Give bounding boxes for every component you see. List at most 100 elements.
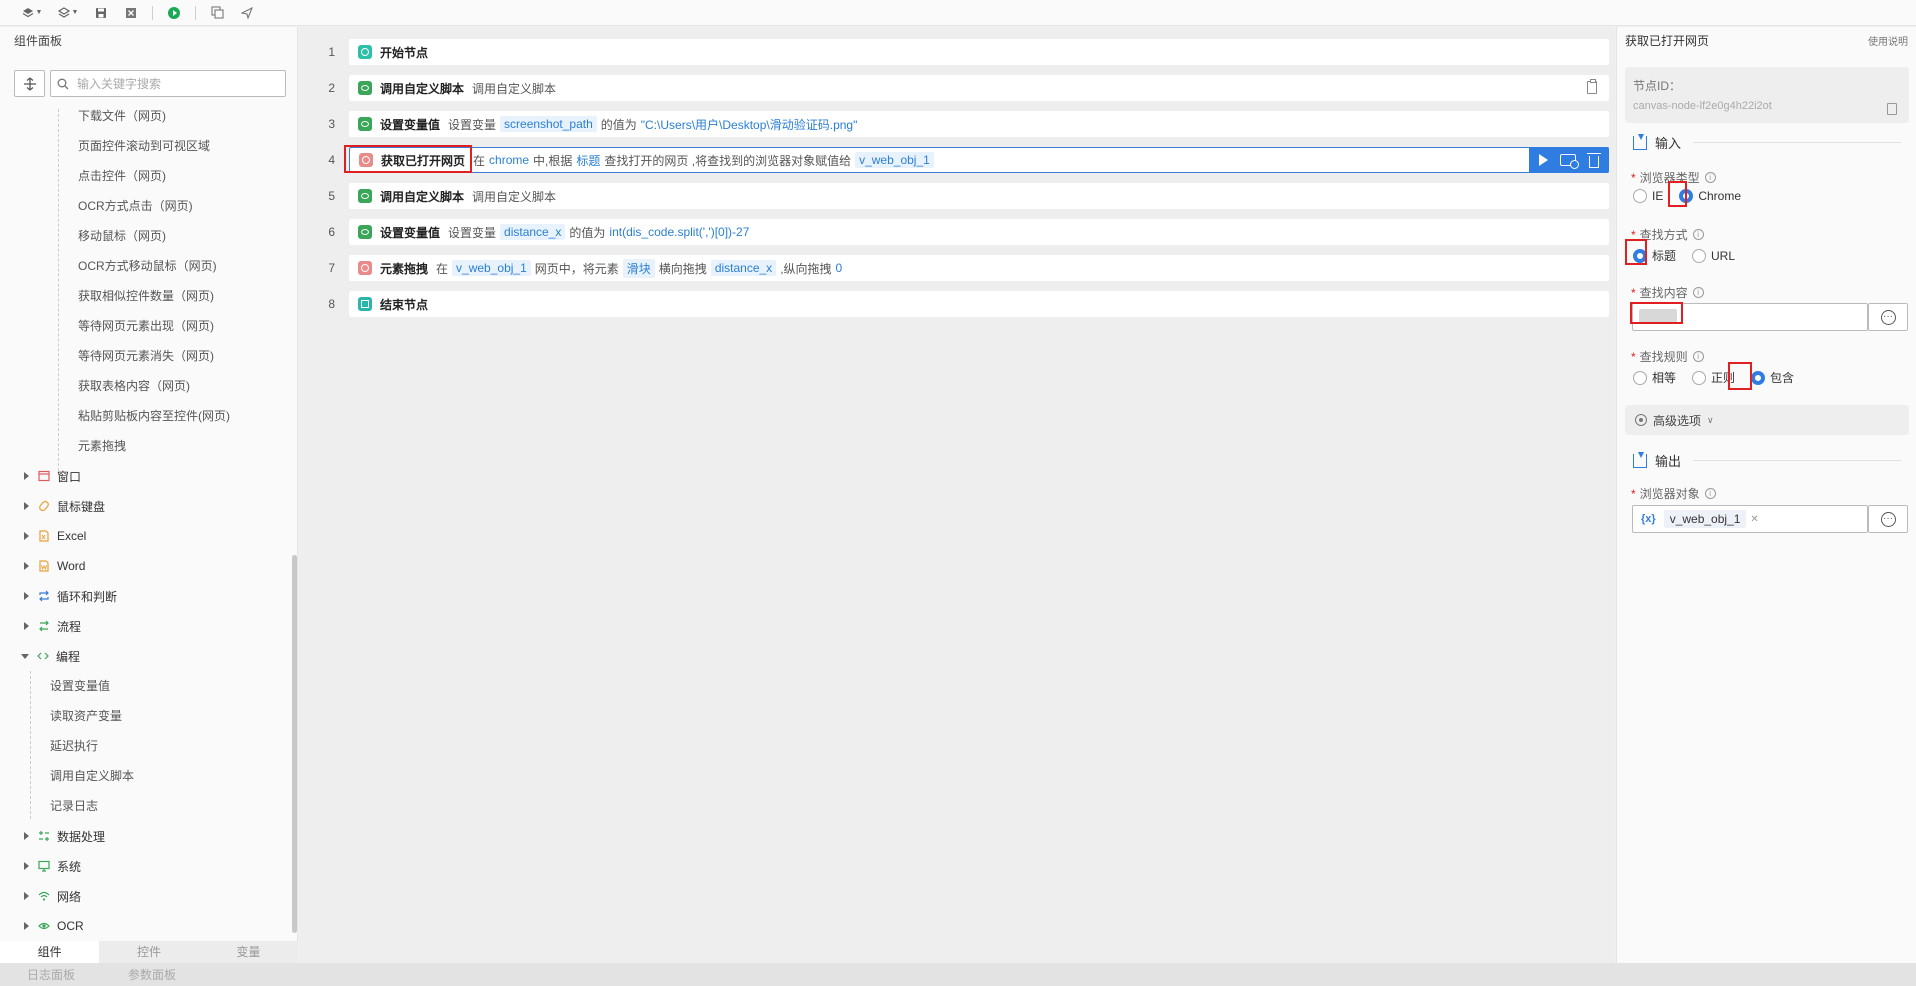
section-title: 输出 (1655, 454, 1682, 469)
tab-variables[interactable]: 变量 (199, 941, 298, 963)
properties-panel: 获取已打开网页 使用说明 节点ID： canvas-node-lf2e0g4h2… (1616, 27, 1916, 963)
find-mode-value[interactable]: 标题 (576, 152, 600, 169)
tree-category-mouse-keyboard[interactable]: 鼠标键盘 (0, 491, 105, 521)
tree-guide-line (30, 671, 31, 819)
flow-canvas: 1 开始节点 2 调用自定义脚本 调用自定义脚本 3 设置变量值 设置变量 sc… (299, 27, 1615, 963)
browser-object-more-button[interactable]: ··· (1868, 505, 1908, 533)
tree-item[interactable]: 等待网页元素消失（网页) (78, 341, 214, 371)
tree-item[interactable]: 页面控件滚动到可视区域 (78, 131, 210, 161)
radio-label: 标题 (1652, 249, 1677, 263)
value-text[interactable]: 0 (836, 261, 843, 275)
layers-alt-dropdown-button[interactable]: ▼ (50, 2, 86, 24)
save-button[interactable] (86, 2, 116, 24)
info-icon: i (1704, 172, 1716, 183)
radio-label: IE (1652, 189, 1664, 203)
copy-icon[interactable] (1887, 103, 1897, 115)
node-text: 网页中，将元素 (534, 261, 619, 276)
layers-dropdown-button[interactable]: ▼ (14, 2, 50, 24)
tree-item[interactable]: 记录日志 (50, 791, 98, 821)
remove-icon[interactable]: ✕ (1750, 514, 1758, 525)
advanced-options-toggle[interactable]: 高级选项 ∨ (1625, 405, 1909, 435)
tree-scrollbar[interactable] (292, 555, 297, 933)
tree-item[interactable]: 获取相似控件数量（网页) (78, 281, 214, 311)
close-file-button[interactable] (116, 2, 146, 24)
tree-category-word[interactable]: Word (0, 551, 85, 581)
flow-node-set-variable[interactable]: 设置变量值 设置变量 distance_x 的值为 int(dis_code.s… (349, 219, 1609, 245)
search-field[interactable] (50, 70, 286, 97)
help-link[interactable]: 使用说明 (1868, 33, 1908, 48)
tree-category-label: OCR (57, 919, 84, 933)
tree-item[interactable]: 等待网页元素出现（网页) (78, 311, 214, 341)
search-input[interactable] (77, 76, 277, 91)
tree-item[interactable]: 设置变量值 (50, 671, 110, 701)
tree-category-flow[interactable]: 流程 (0, 611, 81, 641)
send-button[interactable] (232, 2, 262, 24)
disable-node-icon[interactable] (1560, 154, 1580, 169)
tree-item[interactable]: 下载文件（网页) (78, 109, 166, 131)
flow-node-get-opened-webpage[interactable]: 获取已打开网页 在 chrome 中,根据 标题 查找打开的网页 ,将查找到的浏… (349, 147, 1609, 173)
tree-category-loop[interactable]: 循环和判断 (0, 581, 117, 611)
tree-category-window[interactable]: 窗口 (0, 461, 81, 491)
tree-item[interactable]: 调用自定义脚本 (50, 761, 134, 791)
node-title: 调用自定义脚本 (380, 189, 465, 204)
copy-button[interactable] (202, 2, 232, 24)
tree-item-element-drag[interactable]: 元素拖拽 (78, 431, 126, 461)
flow-row: 6 设置变量值 设置变量 distance_x 的值为 int(dis_code… (299, 219, 1615, 245)
component-panel: 组件面板 下载文件（网页) 页面控件滚动到可视区域 点击控件（网页) OCR方式… (0, 27, 298, 963)
tree-item[interactable]: 粘贴剪贴板内容至控件(网页) (78, 401, 230, 431)
tree-item[interactable]: 延迟执行 (50, 731, 98, 761)
tree-item[interactable]: OCR方式移动鼠标（网页) (78, 251, 217, 281)
output-icon (1633, 451, 1647, 468)
radio-contains[interactable] (1751, 370, 1766, 385)
tree-category-excel[interactable]: Excel (0, 521, 86, 551)
flow-node-start[interactable]: 开始节点 (349, 39, 1609, 65)
run-node-icon[interactable] (1539, 154, 1549, 166)
flow-node-call-script[interactable]: 调用自定义脚本 调用自定义脚本 (349, 183, 1609, 209)
flow-node-end[interactable]: 结束节点 (349, 291, 1609, 317)
tree-category-system[interactable]: 系统 (0, 851, 81, 881)
tree-item[interactable]: 获取表格内容（网页) (78, 371, 190, 401)
browser-object-input[interactable]: {x} v_web_obj_1 ✕ (1632, 505, 1868, 533)
radio-equal[interactable] (1633, 370, 1647, 385)
tab-controls[interactable]: 控件 (99, 941, 198, 963)
clipboard-icon[interactable] (1587, 79, 1597, 94)
node-text: 设置变量 (448, 225, 497, 240)
script-icon (358, 189, 372, 203)
variable-tag[interactable]: distance_x (710, 260, 777, 276)
highlight-box (1625, 239, 1647, 265)
tree-category-ocr[interactable]: OCR (0, 911, 84, 933)
highlight-box (1728, 362, 1752, 390)
tab-log-panel[interactable]: 日志面板 (27, 966, 75, 983)
tab-param-panel[interactable]: 参数面板 (128, 966, 176, 983)
variable-tag[interactable]: v_web_obj_1 (452, 260, 531, 276)
variable-tag[interactable]: screenshot_path (500, 116, 597, 132)
flow-row: 3 设置变量值 设置变量 screenshot_path 的值为 "C:\Use… (299, 111, 1615, 137)
tree-item[interactable]: 点击控件（网页) (78, 161, 166, 191)
run-button[interactable] (159, 2, 189, 24)
tree-item[interactable]: 移动鼠标（网页) (78, 221, 166, 251)
radio-ie[interactable] (1633, 189, 1647, 203)
variable-tag[interactable]: distance_x (500, 224, 566, 240)
value-text[interactable]: int(dis_code.split(',')[0])-27 (609, 225, 749, 239)
tree-item[interactable]: OCR方式点击（网页) (78, 191, 193, 221)
node-title: 结束节点 (380, 297, 429, 312)
variable-chip[interactable]: {x} v_web_obj_1 ✕ (1641, 509, 1759, 529)
radio-url[interactable] (1692, 248, 1707, 263)
element-tag[interactable]: 滑块 (622, 258, 655, 278)
collapse-tree-button[interactable] (14, 70, 45, 97)
variable-tag[interactable]: v_web_obj_1 (855, 152, 934, 168)
delete-icon[interactable] (1586, 152, 1601, 168)
output-section-header: 输出 (1633, 451, 1901, 470)
browser-value[interactable]: chrome (489, 153, 529, 167)
tab-components[interactable]: 组件 (0, 941, 100, 963)
value-text[interactable]: "C:\Users\用户\Desktop\滑动验证码.png" (641, 116, 858, 133)
tree-category-network[interactable]: 网络 (0, 881, 81, 911)
tree-item[interactable]: 读取资产变量 (50, 701, 122, 731)
flow-node-set-variable[interactable]: 设置变量值 设置变量 screenshot_path 的值为 "C:\Users… (349, 111, 1609, 137)
flow-node-element-drag[interactable]: 元素拖拽 在 v_web_obj_1 网页中，将元素 滑块 横向拖拽 dista… (349, 255, 1609, 281)
tree-category-data-processing[interactable]: 数据处理 (0, 821, 105, 851)
find-content-more-button[interactable]: ··· (1868, 303, 1908, 331)
tree-category-coding[interactable]: 编程 (0, 641, 80, 671)
flow-node-call-script[interactable]: 调用自定义脚本 调用自定义脚本 (349, 75, 1609, 101)
radio-regex[interactable] (1692, 370, 1707, 385)
